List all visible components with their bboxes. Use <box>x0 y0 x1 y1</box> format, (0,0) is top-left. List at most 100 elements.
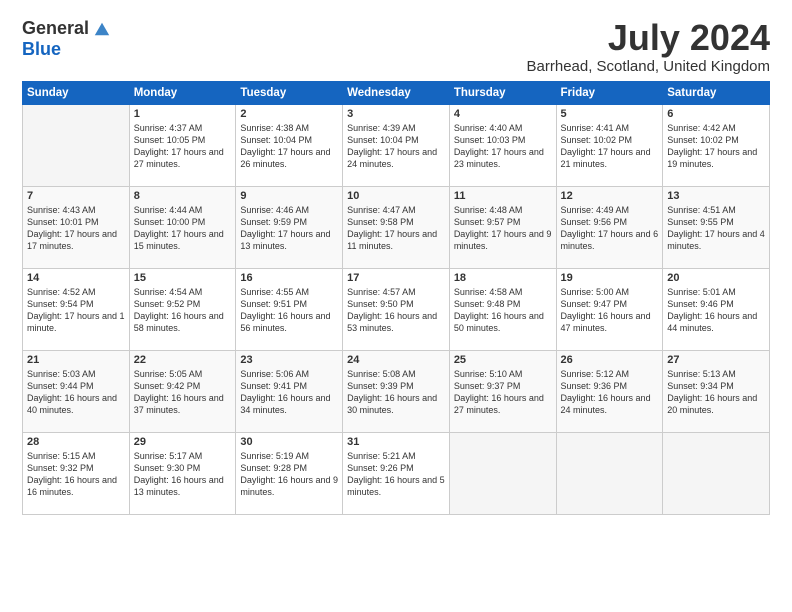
day-info: Sunrise: 4:42 AMSunset: 10:02 PMDaylight… <box>667 122 765 171</box>
calendar-cell <box>23 104 130 186</box>
calendar-cell: 13Sunrise: 4:51 AMSunset: 9:55 PMDayligh… <box>663 186 770 268</box>
header-cell-saturday: Saturday <box>663 81 770 104</box>
logo: General Blue <box>22 18 111 60</box>
day-info: Sunrise: 4:44 AMSunset: 10:00 PMDaylight… <box>134 204 232 253</box>
calendar-cell: 11 Sunrise: 4:48 AMSunset: 9:57 PMDayligh… <box>449 186 556 268</box>
day-number: 8 <box>134 190 232 202</box>
day-number: 3 <box>347 108 445 120</box>
day-info: Sunrise: 4:39 AMSunset: 10:04 PMDaylight… <box>347 122 445 171</box>
calendar-cell: 1 Sunrise: 4:37 AMSunset: 10:05 PMDayligh… <box>129 104 236 186</box>
location: Barrhead, Scotland, United Kingdom <box>527 58 770 75</box>
day-number: 22 <box>134 354 232 366</box>
day-number: 11 <box>454 190 552 202</box>
day-number: 19 <box>561 272 659 284</box>
week-row-0: 1 Sunrise: 4:37 AMSunset: 10:05 PMDayligh… <box>23 104 770 186</box>
day-number: 10 <box>347 190 445 202</box>
day-info: Sunrise: 4:43 AMSunset: 10:01 PMDaylight… <box>27 204 125 253</box>
logo-blue-text: Blue <box>22 39 61 60</box>
day-info: Sunrise: 5:01 AMSunset: 9:46 PMDaylight:… <box>667 286 765 335</box>
header: General Blue July 2024 Barrhead, Scotlan… <box>22 18 770 75</box>
day-number: 29 <box>134 436 232 448</box>
day-number: 4 <box>454 108 552 120</box>
day-number: 21 <box>27 354 125 366</box>
calendar-cell: 6Sunrise: 4:42 AMSunset: 10:02 PMDayligh… <box>663 104 770 186</box>
calendar-cell: 27 Sunrise: 5:13 AMSunset: 9:34 PMDayligh… <box>663 350 770 432</box>
day-info: Sunrise: 5:15 AMSunset: 9:32 PMDaylight:… <box>27 450 125 499</box>
day-number: 23 <box>240 354 338 366</box>
day-info: Sunrise: 4:41 AMSunset: 10:02 PMDaylight… <box>561 122 659 171</box>
day-info: Sunrise: 4:51 AMSunset: 9:55 PMDaylight:… <box>667 204 765 253</box>
day-number: 5 <box>561 108 659 120</box>
title-area: July 2024 Barrhead, Scotland, United Kin… <box>527 18 770 75</box>
day-info: Sunrise: 4:40 AMSunset: 10:03 PMDaylight… <box>454 122 552 171</box>
day-number: 12 <box>561 190 659 202</box>
calendar-cell: 30Sunrise: 5:19 AMSunset: 9:28 PMDayligh… <box>236 432 343 514</box>
day-number: 1 <box>134 108 232 120</box>
day-number: 20 <box>667 272 765 284</box>
calendar-cell: 29Sunrise: 5:17 AMSunset: 9:30 PMDayligh… <box>129 432 236 514</box>
day-number: 25 <box>454 354 552 366</box>
day-info: Sunrise: 4:48 AMSunset: 9:57 PMDaylight:… <box>454 204 552 253</box>
day-info: Sunrise: 4:57 AMSunset: 9:50 PMDaylight:… <box>347 286 445 335</box>
calendar-cell: 5 Sunrise: 4:41 AMSunset: 10:02 PMDayligh… <box>556 104 663 186</box>
calendar-cell: 22 Sunrise: 5:05 AMSunset: 9:42 PMDayligh… <box>129 350 236 432</box>
calendar-cell: 24 Sunrise: 5:08 AMSunset: 9:39 PMDayligh… <box>343 350 450 432</box>
calendar-cell: 15Sunrise: 4:54 AMSunset: 9:52 PMDayligh… <box>129 268 236 350</box>
calendar-cell: 25Sunrise: 5:10 AMSunset: 9:37 PMDayligh… <box>449 350 556 432</box>
day-number: 2 <box>240 108 338 120</box>
calendar-cell: 7 Sunrise: 4:43 AMSunset: 10:01 PMDayligh… <box>23 186 130 268</box>
header-cell-monday: Monday <box>129 81 236 104</box>
day-info: Sunrise: 5:05 AMSunset: 9:42 PMDaylight:… <box>134 368 232 417</box>
day-number: 17 <box>347 272 445 284</box>
calendar-cell: 19 Sunrise: 5:00 AMSunset: 9:47 PMDayligh… <box>556 268 663 350</box>
calendar-cell: 4 Sunrise: 4:40 AMSunset: 10:03 PMDayligh… <box>449 104 556 186</box>
day-info: Sunrise: 5:21 AMSunset: 9:26 PMDaylight:… <box>347 450 445 499</box>
day-info: Sunrise: 4:46 AMSunset: 9:59 PMDaylight:… <box>240 204 338 253</box>
day-number: 26 <box>561 354 659 366</box>
day-info: Sunrise: 5:03 AMSunset: 9:44 PMDaylight:… <box>27 368 125 417</box>
calendar-cell: 21 Sunrise: 5:03 AMSunset: 9:44 PMDayligh… <box>23 350 130 432</box>
day-info: Sunrise: 4:38 AMSunset: 10:04 PMDaylight… <box>240 122 338 171</box>
month-title: July 2024 <box>527 18 770 58</box>
day-info: Sunrise: 4:47 AMSunset: 9:58 PMDaylight:… <box>347 204 445 253</box>
calendar-cell: 20 Sunrise: 5:01 AMSunset: 9:46 PMDayligh… <box>663 268 770 350</box>
day-info: Sunrise: 5:13 AMSunset: 9:34 PMDaylight:… <box>667 368 765 417</box>
calendar-cell: 28 Sunrise: 5:15 AMSunset: 9:32 PMDayligh… <box>23 432 130 514</box>
calendar-cell: 18 Sunrise: 4:58 AMSunset: 9:48 PMDayligh… <box>449 268 556 350</box>
calendar-cell: 16Sunrise: 4:55 AMSunset: 9:51 PMDayligh… <box>236 268 343 350</box>
day-number: 18 <box>454 272 552 284</box>
day-info: Sunrise: 4:52 AMSunset: 9:54 PMDaylight:… <box>27 286 125 335</box>
day-info: Sunrise: 5:08 AMSunset: 9:39 PMDaylight:… <box>347 368 445 417</box>
header-cell-thursday: Thursday <box>449 81 556 104</box>
header-cell-sunday: Sunday <box>23 81 130 104</box>
calendar-table: SundayMondayTuesdayWednesdayThursdayFrid… <box>22 81 770 515</box>
day-info: Sunrise: 5:00 AMSunset: 9:47 PMDaylight:… <box>561 286 659 335</box>
week-row-2: 14Sunrise: 4:52 AMSunset: 9:54 PMDayligh… <box>23 268 770 350</box>
logo-general: General <box>22 18 89 39</box>
header-cell-wednesday: Wednesday <box>343 81 450 104</box>
calendar-cell: 12 Sunrise: 4:49 AMSunset: 9:56 PMDayligh… <box>556 186 663 268</box>
page: General Blue July 2024 Barrhead, Scotlan… <box>0 0 792 612</box>
calendar-cell <box>556 432 663 514</box>
week-row-1: 7 Sunrise: 4:43 AMSunset: 10:01 PMDayligh… <box>23 186 770 268</box>
day-number: 28 <box>27 436 125 448</box>
day-number: 27 <box>667 354 765 366</box>
calendar-cell: 31Sunrise: 5:21 AMSunset: 9:26 PMDayligh… <box>343 432 450 514</box>
logo-text: General <box>22 18 111 39</box>
calendar-cell <box>663 432 770 514</box>
logo-blue: Blue <box>22 39 61 59</box>
calendar-cell: 2 Sunrise: 4:38 AMSunset: 10:04 PMDayligh… <box>236 104 343 186</box>
day-info: Sunrise: 4:49 AMSunset: 9:56 PMDaylight:… <box>561 204 659 253</box>
day-number: 7 <box>27 190 125 202</box>
calendar-cell: 8 Sunrise: 4:44 AMSunset: 10:00 PMDayligh… <box>129 186 236 268</box>
header-row: SundayMondayTuesdayWednesdayThursdayFrid… <box>23 81 770 104</box>
day-number: 24 <box>347 354 445 366</box>
day-info: Sunrise: 5:06 AMSunset: 9:41 PMDaylight:… <box>240 368 338 417</box>
day-info: Sunrise: 4:58 AMSunset: 9:48 PMDaylight:… <box>454 286 552 335</box>
day-info: Sunrise: 5:12 AMSunset: 9:36 PMDaylight:… <box>561 368 659 417</box>
calendar-cell: 23 Sunrise: 5:06 AMSunset: 9:41 PMDayligh… <box>236 350 343 432</box>
calendar-cell: 14Sunrise: 4:52 AMSunset: 9:54 PMDayligh… <box>23 268 130 350</box>
day-info: Sunrise: 4:37 AMSunset: 10:05 PMDaylight… <box>134 122 232 171</box>
day-info: Sunrise: 5:19 AMSunset: 9:28 PMDaylight:… <box>240 450 338 499</box>
calendar-cell: 26 Sunrise: 5:12 AMSunset: 9:36 PMDayligh… <box>556 350 663 432</box>
